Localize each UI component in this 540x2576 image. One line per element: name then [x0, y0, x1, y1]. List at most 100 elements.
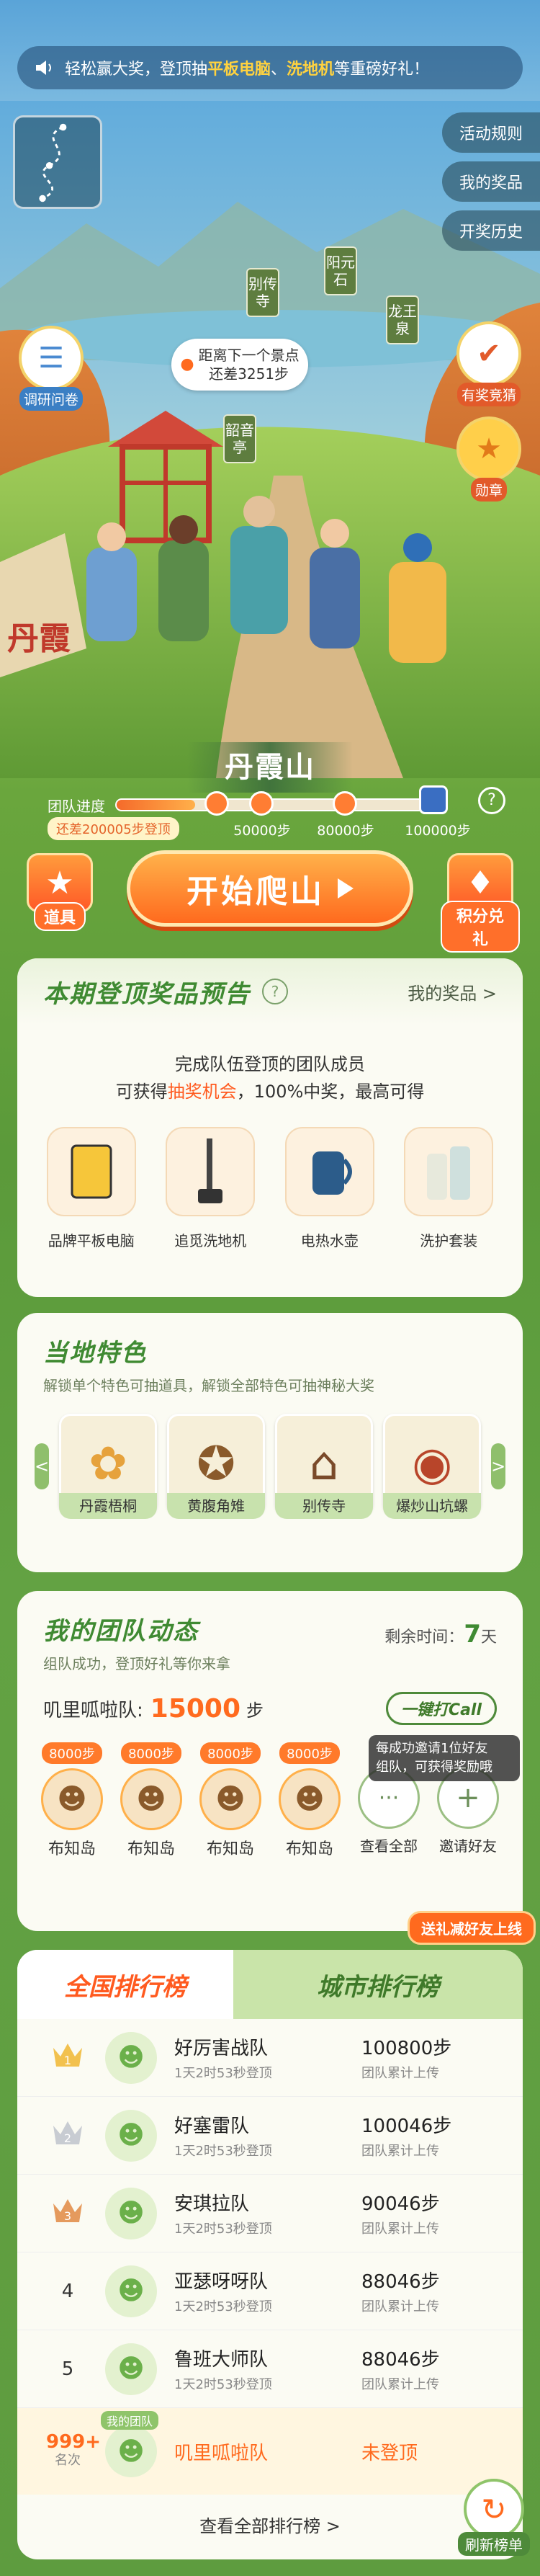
- quiz-label: 有奖竞猜: [456, 383, 521, 406]
- rank-steps-note: 团队累计上传: [361, 2377, 439, 2392]
- props-button[interactable]: ★ 道具: [20, 853, 99, 931]
- notice-text: 轻松赢大奖，登顶抽平板电脑、洗地机等重磅好礼！: [65, 56, 429, 79]
- points-exchange-button[interactable]: ♦ 积分兑礼: [441, 853, 520, 953]
- rank-steps: 90046步: [361, 2193, 440, 2215]
- draw-history-button[interactable]: 开奖历史: [442, 210, 540, 251]
- features-next-button[interactable]: >: [491, 1443, 506, 1489]
- member-steps: 8000步: [279, 1742, 340, 1764]
- refresh-ranking-button[interactable]: ↻ 刷新榜单: [458, 2479, 530, 2556]
- prize-desc-line1: 完成队伍登顶的团队成员: [175, 1054, 365, 1074]
- progress-help-icon[interactable]: ?: [478, 787, 505, 814]
- team-member[interactable]: 8000步 ☻ 布知岛: [36, 1742, 108, 1859]
- invite-tooltip-line2: 组队，可获得奖励哦: [376, 1760, 492, 1775]
- member-name: 布知岛: [285, 1840, 333, 1858]
- milestone-label-2: 80000步: [317, 823, 374, 839]
- team-member[interactable]: 8000步 ☻ 布知岛: [194, 1742, 266, 1859]
- rank-steps: 100046步: [361, 2116, 452, 2137]
- avatar: ☻: [279, 1768, 341, 1830]
- prize-description: 完成队伍登顶的团队成员 可获得抽奖机会，100%中奖，最高可得: [17, 1051, 523, 1105]
- feature-item[interactable]: ✪ 黄腹角雉: [167, 1414, 266, 1519]
- prize-item[interactable]: 电热水壶: [279, 1127, 380, 1250]
- feature-name: 别传寺: [275, 1493, 374, 1519]
- view-full-ranking-link[interactable]: 查看全部排行榜 >: [17, 2512, 523, 2537]
- table-row[interactable]: 4 ☻ 亚瑟呀呀队 1天2时53秒登顶 88046步 团队累计上传: [17, 2252, 523, 2330]
- notice-bar: 轻松赢大奖，登顶抽平板电脑、洗地机等重磅好礼！: [17, 46, 523, 89]
- rank-team-name: 亚瑟呀呀队: [174, 2271, 269, 2293]
- user-avatar-icon: ☻: [136, 1783, 166, 1816]
- route-minimap[interactable]: [13, 115, 102, 209]
- rank-steps-note: 团队累计上传: [361, 2066, 439, 2081]
- team-dynamics-card: 我的团队动态 组队成功，登顶好礼等你来拿 剩余时间：7天 叽里呱啦队: 1500…: [17, 1591, 523, 1931]
- summit-flag-icon: [419, 785, 448, 814]
- prize-name: 电热水壶: [300, 1232, 359, 1249]
- my-prizes-link[interactable]: 我的奖品 >: [408, 979, 497, 1004]
- remaining-time-unit: 天: [480, 1628, 497, 1646]
- features-prev-button[interactable]: <: [35, 1443, 50, 1489]
- remaining-time-label: 剩余时间：: [384, 1628, 464, 1646]
- team-steps-row: 叽里呱啦队: 15000 步 一键打Call: [17, 1673, 523, 1725]
- team-progress-label: 团队进度: [48, 798, 105, 815]
- rank-summit-time: 1天2时53秒登顶: [174, 2066, 272, 2081]
- team-member[interactable]: 8000步 ☻ 布知岛: [115, 1742, 187, 1859]
- team-title: 我的团队动态: [43, 1617, 199, 1646]
- my-team-status: 未登顶: [361, 2442, 418, 2464]
- medal-entry[interactable]: ★ 勋章: [449, 416, 528, 502]
- cheer-call-button[interactable]: 一键打Call: [385, 1692, 497, 1725]
- table-row[interactable]: 1 ☻ 好厉害战队 1天2时53秒登顶 100800步 团队累计上传: [17, 2019, 523, 2097]
- mountain-name: 丹霞山: [187, 742, 353, 793]
- features-subtitle: 解锁单个特色可抽道具，解锁全部特色可抽神秘大奖: [43, 1377, 374, 1394]
- rank-steps: 100800步: [361, 2038, 452, 2059]
- my-prizes-button[interactable]: 我的奖品: [442, 161, 540, 202]
- prize-item[interactable]: 追觅洗地机: [160, 1127, 261, 1250]
- notice-separator: 、: [271, 61, 287, 79]
- next-spot-steps: 还差3251步: [209, 365, 289, 383]
- member-name: 布知岛: [127, 1840, 175, 1858]
- table-row[interactable]: 2 ☻ 好塞雷队 1天2时53秒登顶 100046步 团队累计上传: [17, 2097, 523, 2175]
- rank-number: 3: [64, 2209, 71, 2223]
- prize-card-header: 本期登顶奖品预告 ? 我的奖品 >: [17, 958, 523, 1025]
- prize-item[interactable]: 洗护套装: [398, 1127, 499, 1250]
- feature-item[interactable]: ✿ 丹霞梧桐: [59, 1414, 158, 1519]
- rank-number: 5: [61, 2358, 74, 2380]
- survey-entry[interactable]: ☰ 调研问卷: [12, 326, 91, 411]
- team-avatar-icon: ☻: [117, 2276, 145, 2306]
- tab-city-ranking[interactable]: 城市排行榜: [233, 1950, 523, 2019]
- rank-team-name: 安琪拉队: [174, 2193, 250, 2215]
- quiz-entry[interactable]: ✔ 有奖竞猜: [449, 321, 528, 406]
- props-label: 道具: [33, 902, 86, 931]
- team-member[interactable]: 8000步 ☻ 布知岛: [274, 1742, 346, 1859]
- member-steps: 8000步: [42, 1742, 102, 1764]
- rank-summit-time: 1天2时53秒登顶: [174, 2144, 272, 2159]
- play-arrow-icon: [338, 878, 354, 899]
- feature-list: < ✿ 丹霞梧桐 ✪ 黄腹角雉 ⌂ 别传寺 ◉ 爆炒山坑螺 >: [17, 1395, 523, 1519]
- feature-item[interactable]: ⌂ 别传寺: [275, 1414, 374, 1519]
- rank-steps-note: 团队累计上传: [361, 2221, 439, 2237]
- speaker-icon: [36, 61, 51, 75]
- team-avatar-icon: ☻: [117, 2198, 145, 2228]
- scenic-sign-yangyuan-stone: 阳元石: [324, 246, 357, 295]
- start-climb-button[interactable]: 开始爬山: [127, 850, 413, 927]
- invite-gift-banner[interactable]: 送礼减好友上线: [408, 1911, 536, 1945]
- my-team-row[interactable]: 999+ 名次 ☻ 我的团队 叽里呱啦队 未登顶: [17, 2408, 523, 2495]
- prize-help-icon[interactable]: ?: [262, 979, 288, 1004]
- table-row[interactable]: 3 ☻ 安琪拉队 1天2时53秒登顶 90046步 团队累计上传: [17, 2175, 523, 2252]
- feature-item[interactable]: ◉ 爆炒山坑螺: [383, 1414, 482, 1519]
- ranking-list: 1 ☻ 好厉害战队 1天2时53秒登顶 100800步 团队累计上传 2 ☻ 好塞雷…: [17, 2019, 523, 2495]
- feature-name: 丹霞梧桐: [59, 1493, 158, 1519]
- tablet-icon: [71, 1144, 112, 1199]
- tab-national-ranking[interactable]: 全国排行榜: [17, 1950, 233, 2019]
- prize-preview-card: 本期登顶奖品预告 ? 我的奖品 > 完成队伍登顶的团队成员 可获得抽奖机会，10…: [17, 958, 523, 1297]
- more-dots-icon: ···: [378, 1785, 400, 1811]
- table-row[interactable]: 5 ☻ 鲁班大师队 1天2时53秒登顶 88046步 团队累计上传: [17, 2330, 523, 2408]
- prize-item[interactable]: 品牌平板电脑: [41, 1127, 142, 1250]
- team-avatar-icon: ☻: [117, 2354, 145, 2384]
- refresh-label: 刷新榜单: [458, 2532, 530, 2556]
- invite-tooltip-line1: 每成功邀请1位好友: [376, 1741, 488, 1756]
- page-root: 轻松赢大奖，登顶抽平板电脑、洗地机等重磅好礼！ 活动规则 我的奖品 开奖历史 别…: [0, 0, 540, 2576]
- gold-crown-icon: 1: [53, 2044, 82, 2067]
- rank-steps: 88046步: [361, 2349, 440, 2371]
- rank-number: 1: [64, 2054, 71, 2067]
- rules-button[interactable]: 活动规则: [442, 112, 540, 153]
- route-path-icon: [39, 123, 67, 202]
- refresh-icon: ↻: [481, 2491, 507, 2527]
